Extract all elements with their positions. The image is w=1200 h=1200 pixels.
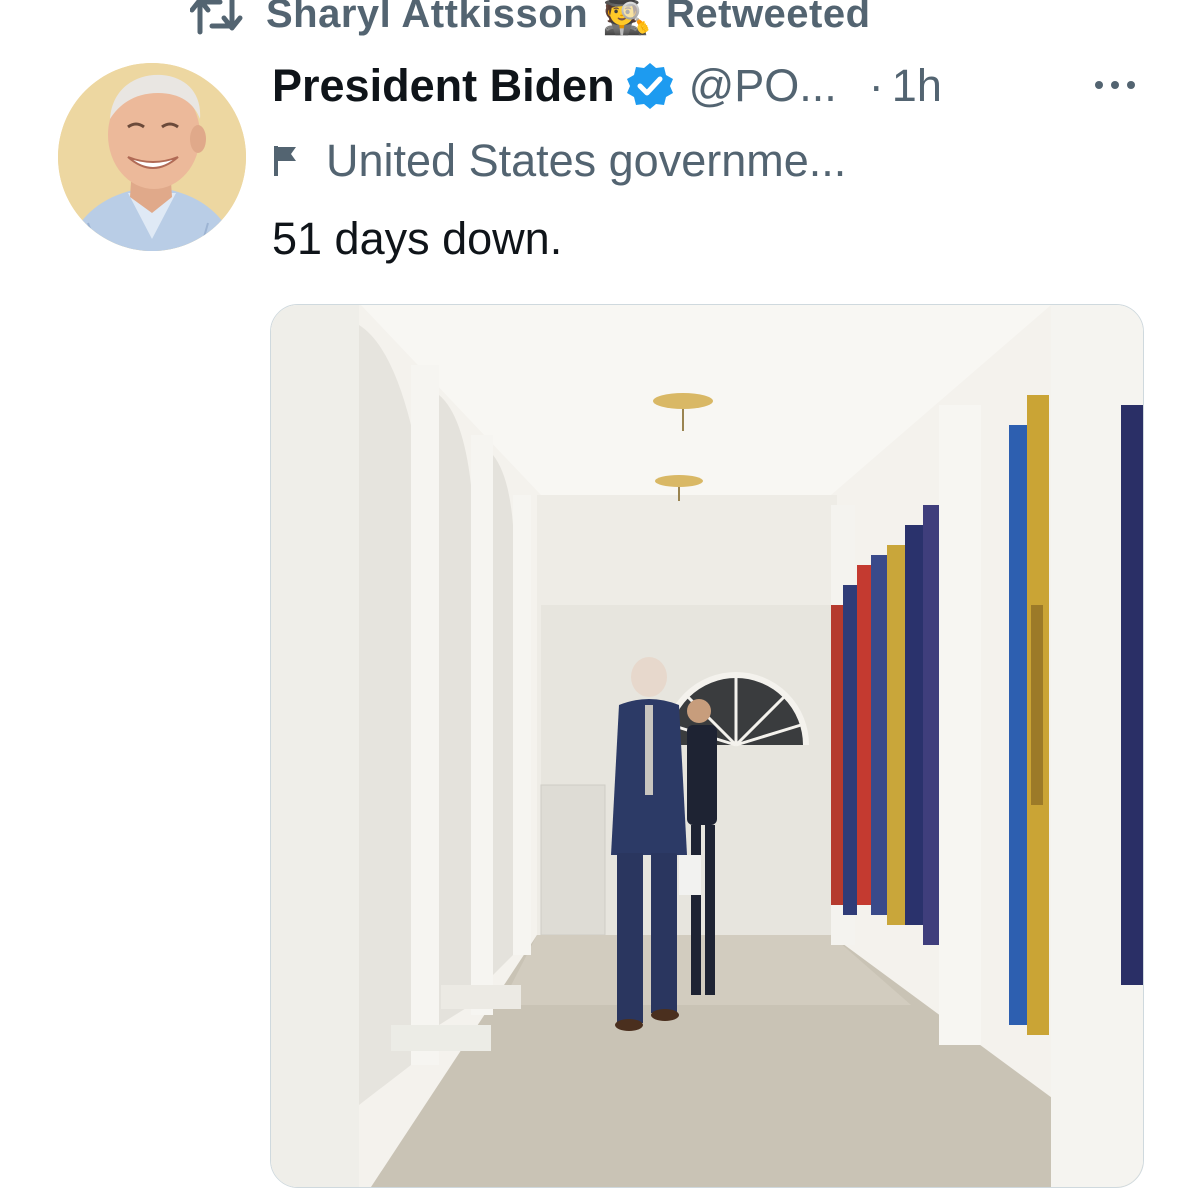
- government-label-text: United States governme...: [326, 135, 847, 186]
- retweet-user-name[interactable]: Sharyl Attkisson: [266, 0, 588, 37]
- retweeted-label: Retweeted: [665, 0, 871, 36]
- tweet-header: President Biden @PO... · 1h: [272, 55, 942, 117]
- profile-photo: [58, 63, 246, 251]
- verified-badge-icon[interactable]: [625, 61, 675, 111]
- colonnade-photo: [271, 305, 1143, 1187]
- separator-dot: ·: [868, 60, 884, 111]
- author-display-name[interactable]: President Biden: [272, 60, 615, 112]
- tweet-timestamp[interactable]: 1h: [892, 60, 942, 112]
- tweet-text: 51 days down.: [272, 213, 563, 264]
- detective-emoji: 🕵️: [602, 0, 652, 36]
- flag-icon: [274, 146, 296, 176]
- avatar[interactable]: [58, 63, 246, 251]
- author-handle[interactable]: @PO...: [689, 60, 837, 112]
- retweet-icon: [190, 0, 243, 35]
- tweet-media[interactable]: [270, 304, 1144, 1188]
- government-account-label[interactable]: United States governme...: [272, 132, 846, 190]
- more-options-icon[interactable]: [1092, 70, 1138, 100]
- retweet-indicator[interactable]: Sharyl Attkisson 🕵️ Retweeted: [190, 0, 871, 42]
